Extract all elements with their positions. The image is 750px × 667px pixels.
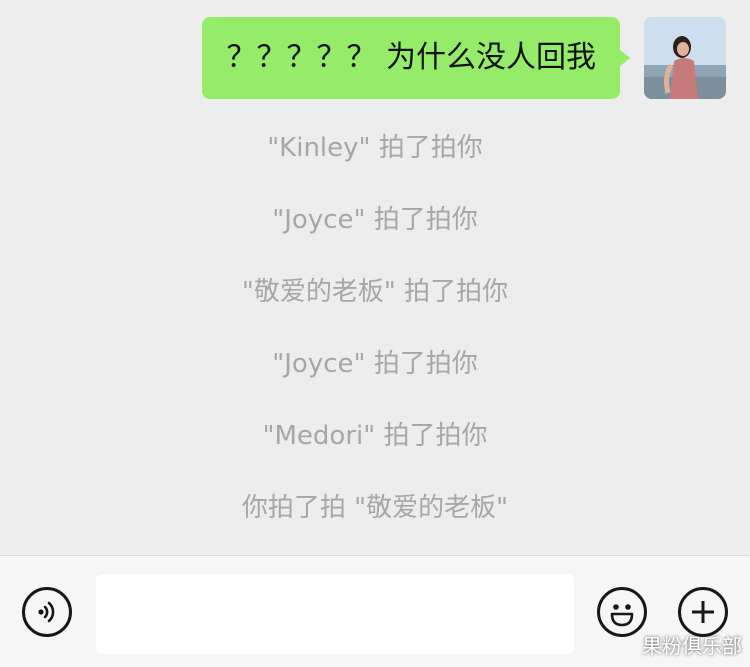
message-input[interactable] [96,574,574,654]
pat-notice: "Medori" 拍了拍你 [262,421,488,451]
outgoing-message-bubble[interactable]: ？？？？？ 为什么没人回我 [202,17,630,99]
input-bar [0,555,750,667]
pat-notice: "敬爱的老板" 拍了拍你 [241,277,509,307]
pat-notice: "Joyce" 拍了拍你 [272,205,478,235]
avatar[interactable] [644,17,726,99]
voice-icon [38,601,55,623]
avatar-image [644,17,726,99]
outgoing-message-row: ？？？？？ 为什么没人回我 [202,17,726,99]
chat-area: ？？？？？ 为什么没人回我 "Kinley" 拍了拍你 "Joyce" 拍了拍你… [0,0,750,555]
watermark: 果粉俱乐部 [642,634,742,658]
voice-button[interactable] [22,587,72,637]
emoji-icon [610,604,634,627]
plus-icon [692,601,714,623]
system-notices: "Kinley" 拍了拍你 "Joyce" 拍了拍你 "敬爱的老板" 拍了拍你 … [0,112,750,544]
emoji-button[interactable] [597,587,647,637]
pat-notice: 你拍了拍 "敬爱的老板" [241,493,509,523]
pat-notice: "Joyce" 拍了拍你 [272,349,478,379]
pat-notice: "Kinley" 拍了拍你 [267,133,483,163]
